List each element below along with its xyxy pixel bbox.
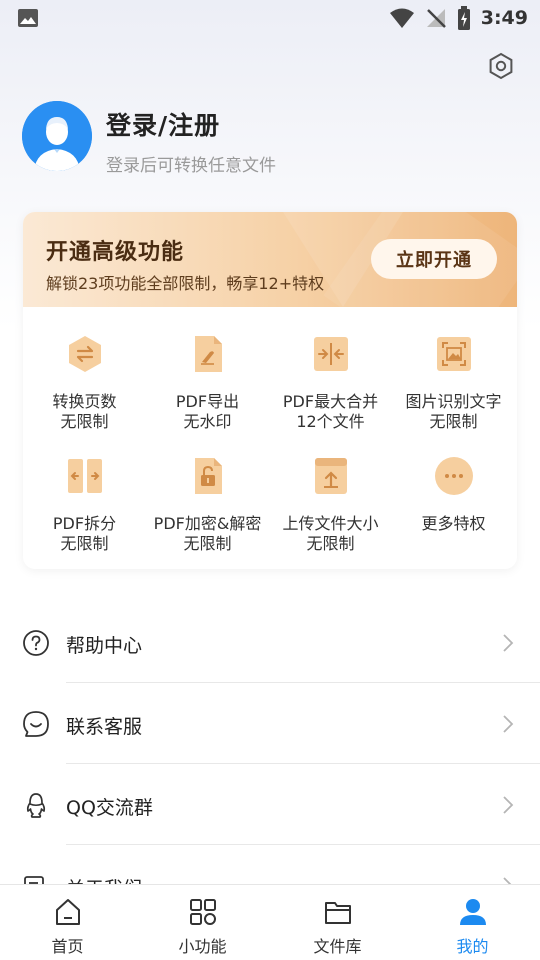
feature-label: 12个文件 <box>296 412 365 431</box>
feature-label: 无限制 <box>306 534 355 553</box>
user-icon <box>459 899 486 925</box>
feature-image-ocr[interactable]: 图片识别文字 无限制 <box>392 334 515 432</box>
menu-label: QQ交流群 <box>66 797 153 819</box>
feature-pdf-encrypt[interactable]: PDF加密&解密 无限制 <box>146 456 269 554</box>
bottom-navigation: 首页 小功能 文件库 我的 <box>0 884 540 960</box>
chevron-right-icon <box>503 634 514 652</box>
feature-pdf-split[interactable]: PDF拆分 无限制 <box>23 456 146 554</box>
feature-more[interactable]: 更多特权 <box>392 456 515 534</box>
feature-label: 无限制 <box>60 534 109 553</box>
no-signal-icon <box>426 9 446 28</box>
clock: 3:49 <box>480 7 528 29</box>
feature-convert-pages[interactable]: 转换页数 无限制 <box>23 334 146 432</box>
nav-home[interactable]: 首页 <box>0 885 135 960</box>
feature-pdf-merge[interactable]: PDF最大合并 12个文件 <box>269 334 392 432</box>
nav-tools[interactable]: 小功能 <box>135 885 270 960</box>
nav-label: 首页 <box>51 937 84 956</box>
vip-banner: 开通高级功能 解锁23项功能全部限制，畅享12+特权 立即开通 <box>23 212 517 307</box>
avatar[interactable] <box>22 101 92 171</box>
menu-label: 联系客服 <box>66 716 143 738</box>
customer-service-icon <box>23 711 49 737</box>
chevron-right-icon <box>503 715 514 733</box>
feature-label: PDF最大合并 <box>282 392 379 411</box>
convert-icon <box>68 336 101 372</box>
folder-icon <box>324 902 351 924</box>
status-bar: 3:49 <box>0 0 540 38</box>
more-icon <box>434 457 473 495</box>
login-register-link[interactable]: 登录/注册 <box>106 106 220 142</box>
grid-icon <box>189 899 216 925</box>
split-icon <box>67 459 102 493</box>
login-subtitle: 登录后可转换任意文件 <box>106 156 276 176</box>
help-icon <box>23 630 49 656</box>
chevron-right-icon <box>503 796 514 814</box>
nav-label: 小功能 <box>178 937 227 956</box>
activate-vip-button[interactable]: 立即开通 <box>371 239 497 279</box>
feature-label: 上传文件大小 <box>282 514 379 533</box>
feature-label: PDF导出 <box>175 392 240 411</box>
nav-label: 我的 <box>456 937 489 956</box>
menu-qq-group[interactable]: QQ交流群 <box>0 764 540 845</box>
vip-card: 开通高级功能 解锁23项功能全部限制，畅享12+特权 立即开通 转换页数 无限制 … <box>23 212 517 569</box>
pdf-export-icon <box>194 336 222 372</box>
feature-label: 图片识别文字 <box>405 392 502 411</box>
vip-subtitle: 解锁23项功能全部限制，畅享12+特权 <box>46 274 325 293</box>
image-notification-icon <box>18 9 38 27</box>
vip-title: 开通高级功能 <box>46 240 185 265</box>
feature-label: 无限制 <box>60 412 109 431</box>
feature-label: 转换页数 <box>52 392 117 411</box>
feature-label: 无限制 <box>429 412 478 431</box>
qq-icon <box>26 793 46 818</box>
feature-label: PDF拆分 <box>52 514 117 533</box>
nav-mine[interactable]: 我的 <box>405 885 540 960</box>
home-icon <box>55 899 80 925</box>
feature-label: 无限制 <box>183 534 232 553</box>
feature-label: 更多特权 <box>421 514 486 533</box>
default-avatar-icon <box>22 101 92 171</box>
feature-upload-size[interactable]: 上传文件大小 无限制 <box>269 456 392 554</box>
feature-pdf-export[interactable]: PDF导出 无水印 <box>146 334 269 432</box>
wifi-icon <box>389 8 414 28</box>
settings-icon[interactable] <box>486 51 516 81</box>
nav-file-library[interactable]: 文件库 <box>270 885 405 960</box>
feature-label: 无水印 <box>183 412 232 431</box>
feature-label: PDF加密&解密 <box>153 514 262 533</box>
image-ocr-icon <box>436 337 471 371</box>
nav-label: 文件库 <box>313 937 362 956</box>
upload-icon <box>314 458 347 494</box>
menu-customer-service[interactable]: 联系客服 <box>0 683 540 764</box>
menu-label: 帮助中心 <box>66 635 143 657</box>
lock-icon <box>194 458 222 494</box>
merge-icon <box>313 337 348 371</box>
battery-icon <box>457 6 470 30</box>
menu-help-center[interactable]: 帮助中心 <box>0 602 540 683</box>
